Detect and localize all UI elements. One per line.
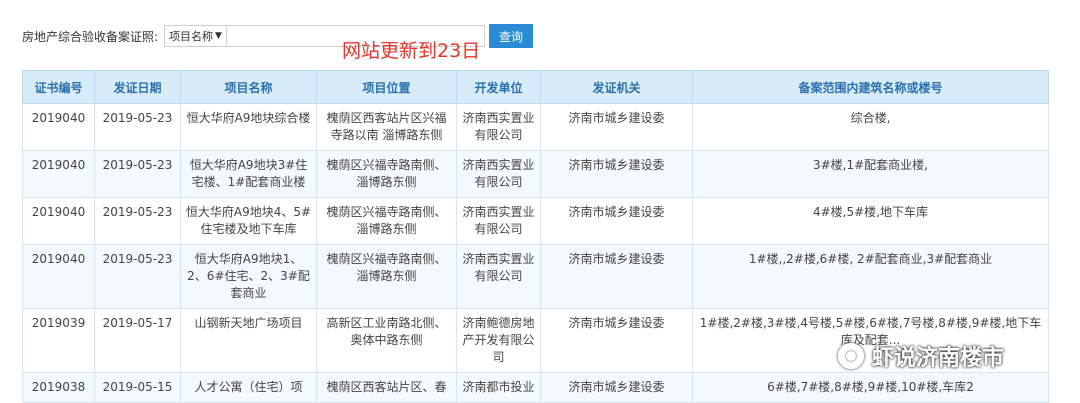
- header-issuing-authority: 发证机关: [540, 70, 693, 104]
- cell-project-location: 槐荫区兴福寺路南侧、淄博路东侧: [316, 197, 457, 245]
- cell-project-name: 山钢新天地广场项目: [180, 308, 317, 373]
- header-project-name: 项目名称: [180, 70, 317, 104]
- cell-issue-date: 2019-05-23: [94, 244, 181, 309]
- cell-developer: 济南西实置业有限公司: [456, 150, 541, 198]
- cell-project-location: 槐荫区西客站片区兴福寺路以南 淄博路东侧: [316, 103, 457, 151]
- cell-issue-date: 2019-05-23: [94, 103, 181, 151]
- header-project-location: 项目位置: [316, 70, 457, 104]
- cell-developer: 济南西实置业有限公司: [456, 197, 541, 245]
- search-field-select[interactable]: 项目名称 ▼: [164, 25, 227, 47]
- cell-developer: 济南鲍德房地产开发有限公司: [456, 308, 541, 373]
- cell-issuing-authority: 济南市城乡建设委: [540, 244, 693, 309]
- cell-project-name: 恒大华府A9地块综合楼: [180, 103, 317, 151]
- cell-project-location: 槐荫区兴福寺路南侧、淄博路东侧: [316, 244, 457, 309]
- cell-developer: 济南都市投业: [456, 372, 541, 403]
- cell-cert-no: 2019038: [22, 372, 95, 403]
- cell-cert-no: 2019040: [22, 150, 95, 198]
- cell-project-name: 人才公寓（住宅）项: [180, 372, 317, 403]
- cell-issuing-authority: 济南市城乡建设委: [540, 308, 693, 373]
- cell-building-scope: 6#楼,7#楼,8#楼,9#楼,10#楼,车库2: [692, 372, 1049, 403]
- cell-issue-date: 2019-05-17: [94, 308, 181, 373]
- header-developer: 开发单位: [456, 70, 541, 104]
- cell-building-scope: 综合楼,: [692, 103, 1049, 151]
- cell-cert-no: 2019039: [22, 308, 95, 373]
- cell-cert-no: 2019040: [22, 244, 95, 309]
- table-row[interactable]: 2019040 2019-05-23 恒大华府A9地块1、2、6#住宅、2、3#…: [22, 244, 1049, 309]
- cell-project-location: 槐荫区兴福寺路南侧、淄博路东侧: [316, 150, 457, 198]
- table-header-row: 证书编号 发证日期 项目名称 项目位置 开发单位 发证机关 备案范围内建筑名称或…: [22, 70, 1049, 104]
- cell-project-location: 高新区工业南路北侧、奥体中路东侧: [316, 308, 457, 373]
- cell-project-name: 恒大华府A9地块1、2、6#住宅、2、3#配套商业: [180, 244, 317, 309]
- cell-developer: 济南西实置业有限公司: [456, 103, 541, 151]
- query-button[interactable]: 查询: [488, 24, 533, 48]
- cell-issue-date: 2019-05-23: [94, 150, 181, 198]
- wechat-watermark: 虾说济南楼市: [838, 340, 1004, 372]
- table-row[interactable]: 2019038 2019-05-15 人才公寓（住宅）项 槐荫区西客站片区、春 …: [22, 372, 1049, 403]
- cell-project-name: 恒大华府A9地块3#住宅楼、1#配套商业楼: [180, 150, 317, 198]
- cell-project-name: 恒大华府A9地块4、5#住宅楼及地下车库: [180, 197, 317, 245]
- cell-building-scope: 4#楼,5#楼,地下车库: [692, 197, 1049, 245]
- caret-down-icon: ▼: [215, 31, 222, 41]
- cell-issuing-authority: 济南市城乡建设委: [540, 197, 693, 245]
- cell-issue-date: 2019-05-23: [94, 197, 181, 245]
- header-cert-no: 证书编号: [22, 70, 95, 104]
- cell-issuing-authority: 济南市城乡建设委: [540, 103, 693, 151]
- cell-issuing-authority: 济南市城乡建设委: [540, 372, 693, 403]
- watermark-text: 虾说济南楼市: [872, 346, 1005, 371]
- cell-building-scope: 1#楼,,2#楼,6#楼, 2#配套商业,3#配套商业: [692, 244, 1049, 309]
- header-issue-date: 发证日期: [94, 70, 181, 104]
- cell-issue-date: 2019-05-15: [94, 372, 181, 403]
- cell-issuing-authority: 济南市城乡建设委: [540, 150, 693, 198]
- wechat-logo-icon: [838, 343, 864, 369]
- cell-cert-no: 2019040: [22, 197, 95, 245]
- update-notice: 网站更新到23日: [342, 40, 481, 62]
- cell-project-location: 槐荫区西客站片区、春: [316, 372, 457, 403]
- table-row[interactable]: 2019040 2019-05-23 恒大华府A9地块4、5#住宅楼及地下车库 …: [22, 197, 1049, 245]
- cell-building-scope: 3#楼,1#配套商业楼,: [692, 150, 1049, 198]
- header-building-scope: 备案范围内建筑名称或楼号: [692, 70, 1049, 104]
- cell-developer: 济南西实置业有限公司: [456, 244, 541, 309]
- table-row[interactable]: 2019040 2019-05-23 恒大华府A9地块综合楼 槐荫区西客站片区兴…: [22, 103, 1049, 151]
- table-row[interactable]: 2019040 2019-05-23 恒大华府A9地块3#住宅楼、1#配套商业楼…: [22, 150, 1049, 198]
- search-label: 房地产综合验收备案证照:: [22, 29, 159, 44]
- cell-cert-no: 2019040: [22, 103, 95, 151]
- search-field-value: 项目名称: [169, 30, 214, 43]
